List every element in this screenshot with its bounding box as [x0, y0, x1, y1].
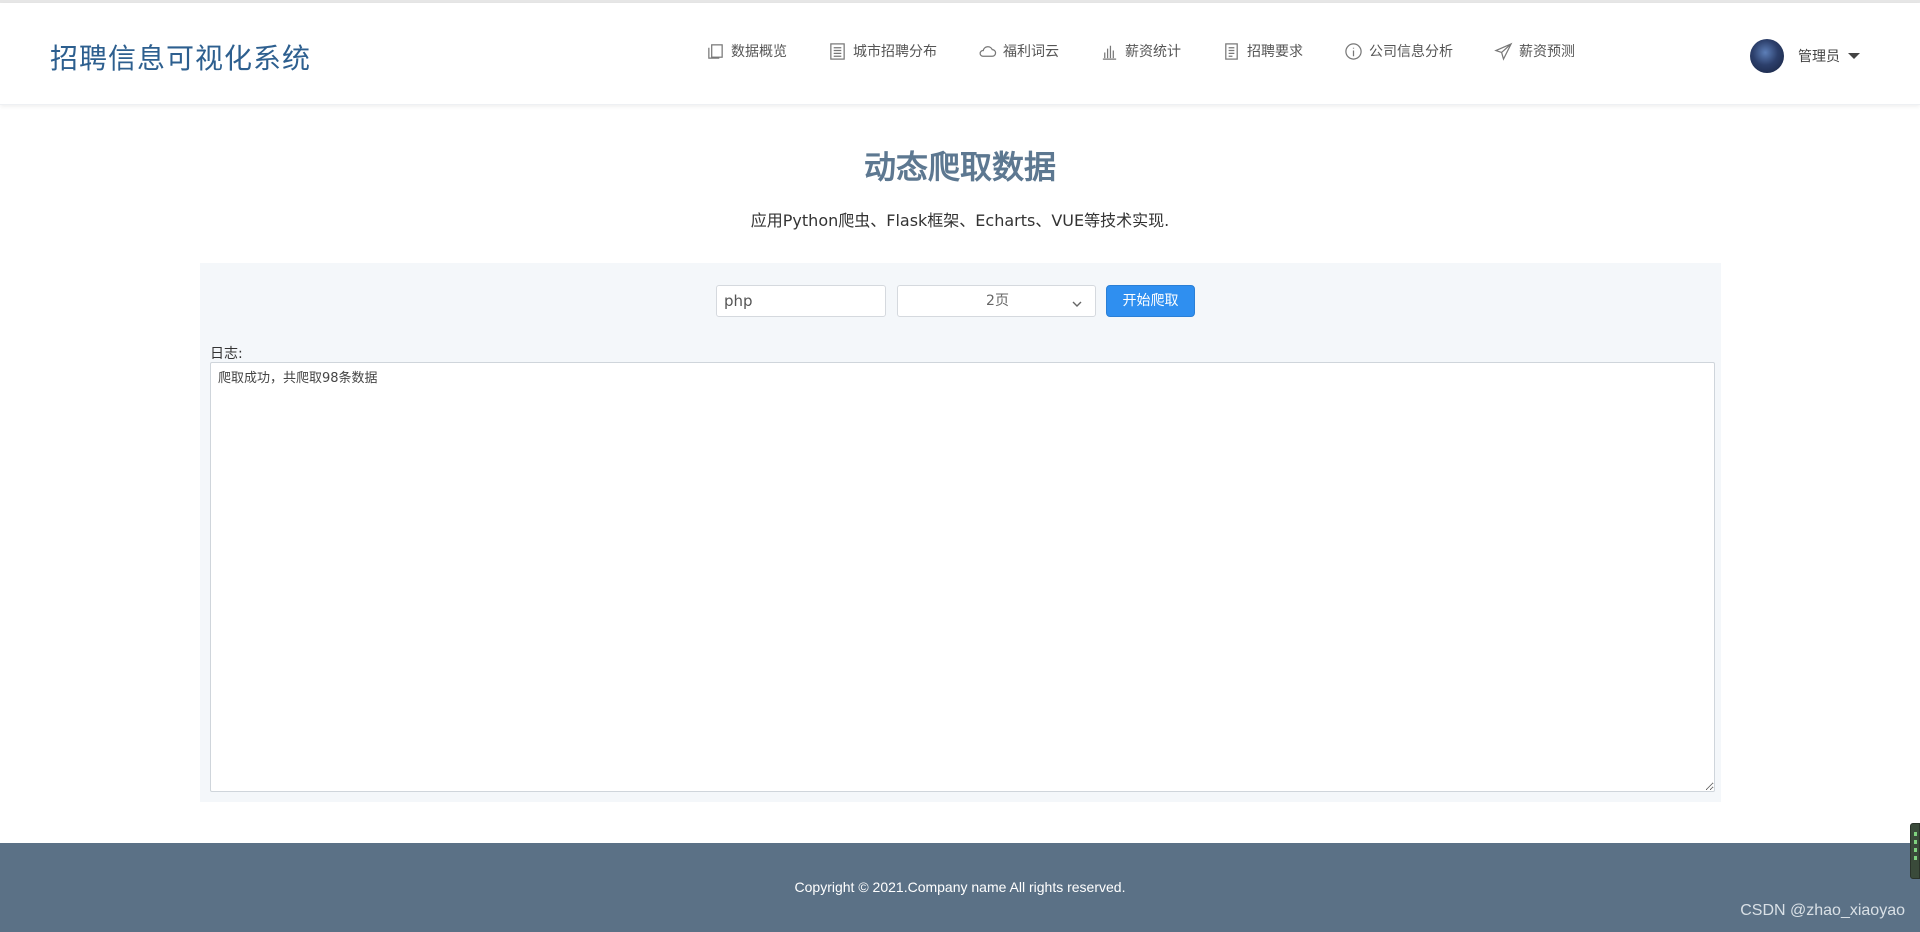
- nav-item-city-distribution[interactable]: 城市招聘分布: [827, 41, 937, 61]
- widget-bar: [1914, 840, 1917, 844]
- page-count-value: 2页: [986, 293, 1009, 309]
- nav-item-label: 城市招聘分布: [853, 44, 937, 60]
- nav-item-label: 公司信息分析: [1369, 44, 1453, 60]
- nav-item-salary-stats[interactable]: 薪资统计: [1099, 41, 1181, 61]
- start-crawl-button[interactable]: 开始爬取: [1106, 285, 1195, 317]
- page-subtitle: 应用Python爬虫、Flask框架、Echarts、VUE等技术实现.: [750, 211, 1170, 230]
- copy-icon: [705, 41, 725, 61]
- nav-item-label: 招聘要求: [1247, 44, 1303, 60]
- nav-item-salary-prediction[interactable]: 薪资预测: [1493, 41, 1575, 61]
- document-icon: [1221, 41, 1241, 61]
- navbar: 招聘信息可视化系统 数据概览 城市招聘分布 福利词云 薪资统计 招聘要求 公司信…: [0, 3, 1920, 105]
- side-widget[interactable]: [1910, 823, 1920, 879]
- info-icon: [1343, 41, 1363, 61]
- nav-item-label: 薪资预测: [1519, 44, 1575, 60]
- footer: Copyright © 2021.Company name All rights…: [0, 843, 1920, 932]
- watermark-text: CSDN @zhao_xiaoyao: [1740, 902, 1905, 919]
- main-nav: 数据概览 城市招聘分布 福利词云 薪资统计 招聘要求 公司信息分析 薪资预测: [705, 41, 1615, 61]
- send-icon: [1493, 41, 1513, 61]
- nav-item-requirements[interactable]: 招聘要求: [1221, 41, 1303, 61]
- chevron-down-icon: [1071, 295, 1083, 307]
- user-menu[interactable]: 管理员: [1750, 39, 1860, 73]
- avatar[interactable]: [1750, 39, 1784, 73]
- nav-item-overview[interactable]: 数据概览: [705, 41, 787, 61]
- keyword-input[interactable]: [716, 285, 886, 317]
- nav-item-company-analysis[interactable]: 公司信息分析: [1343, 41, 1453, 61]
- widget-bar: [1914, 856, 1917, 860]
- log-label: 日志:: [210, 346, 243, 362]
- page-title: 动态爬取数据: [863, 148, 1056, 186]
- nav-item-label: 数据概览: [731, 44, 787, 60]
- user-name[interactable]: 管理员: [1798, 46, 1840, 66]
- caret-down-icon[interactable]: [1848, 53, 1860, 59]
- widget-bar: [1914, 848, 1917, 852]
- nav-item-label: 福利词云: [1003, 44, 1059, 60]
- page-count-select[interactable]: 2页: [897, 285, 1096, 317]
- nav-item-welfare-cloud[interactable]: 福利词云: [977, 41, 1059, 61]
- copyright-text: Copyright © 2021.Company name All rights…: [794, 879, 1126, 895]
- list-icon: [827, 41, 847, 61]
- nav-item-label: 薪资统计: [1125, 44, 1181, 60]
- bar-chart-icon: [1099, 41, 1119, 61]
- widget-bar: [1914, 832, 1917, 836]
- brand-title[interactable]: 招聘信息可视化系统: [50, 37, 311, 77]
- log-textarea[interactable]: 爬取成功，共爬取98条数据: [210, 362, 1715, 792]
- cloud-icon: [977, 41, 997, 61]
